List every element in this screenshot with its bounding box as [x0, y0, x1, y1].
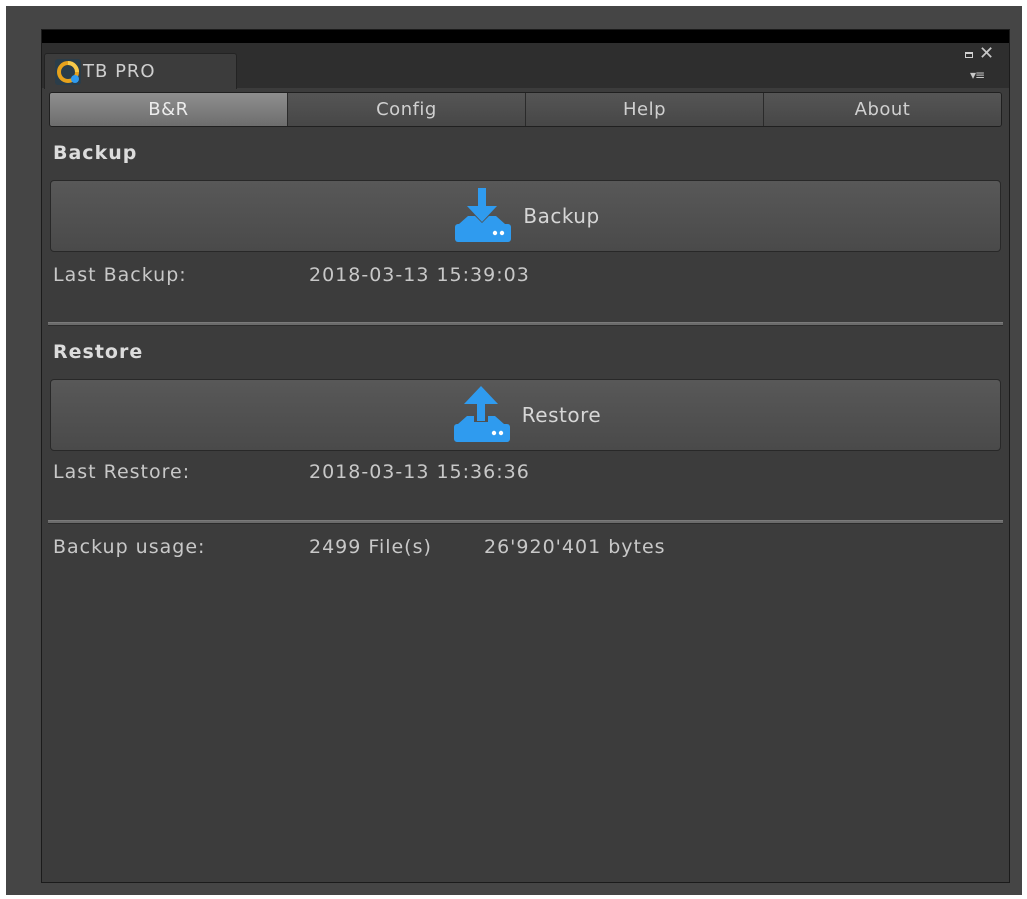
section-divider [48, 322, 1003, 326]
tab-backup-restore[interactable]: B&R [50, 93, 288, 126]
window-menu-icon[interactable]: ▾≡ [970, 69, 985, 81]
last-backup-label: Last Backup: [53, 264, 187, 286]
download-icon [455, 188, 512, 242]
tb-pro-logo-icon [55, 58, 81, 85]
last-restore-label: Last Restore: [53, 461, 191, 483]
editor-background: TB PRO ✕ ▾≡ B&R Config Help About Backup [6, 6, 1022, 895]
tab-help[interactable]: Help [526, 93, 764, 126]
backup-button-label: Backup [523, 204, 600, 228]
restore-section-title: Restore [53, 341, 144, 363]
window-top-bar [42, 30, 1009, 43]
window-tab-title: TB PRO [83, 61, 156, 82]
window-tab[interactable]: TB PRO [44, 53, 237, 89]
section-divider [48, 520, 1003, 524]
backup-section-title: Backup [53, 142, 138, 164]
window-controls: ✕ ▾≡ [959, 45, 999, 85]
tab-config[interactable]: Config [288, 93, 526, 126]
restore-button-label: Restore [521, 403, 602, 427]
main-tabs: B&R Config Help About [49, 92, 1002, 127]
tab-strip: TB PRO ✕ ▾≡ [42, 43, 1009, 89]
last-backup-value: 2018-03-13 15:39:03 [309, 264, 530, 286]
tb-pro-window: TB PRO ✕ ▾≡ B&R Config Help About Backup [41, 29, 1010, 883]
upload-icon [453, 386, 510, 442]
backup-usage-bytes: 26'920'401 bytes [484, 536, 666, 558]
maximize-icon[interactable] [965, 52, 973, 58]
restore-button[interactable]: Restore [50, 379, 1001, 451]
backup-usage-files: 2499 File(s) [309, 536, 432, 558]
backup-button[interactable]: Backup [50, 180, 1001, 252]
backup-usage-label: Backup usage: [53, 536, 206, 558]
tab-about[interactable]: About [764, 93, 1001, 126]
close-icon[interactable]: ✕ [979, 45, 994, 63]
last-restore-value: 2018-03-13 15:36:36 [309, 461, 530, 483]
